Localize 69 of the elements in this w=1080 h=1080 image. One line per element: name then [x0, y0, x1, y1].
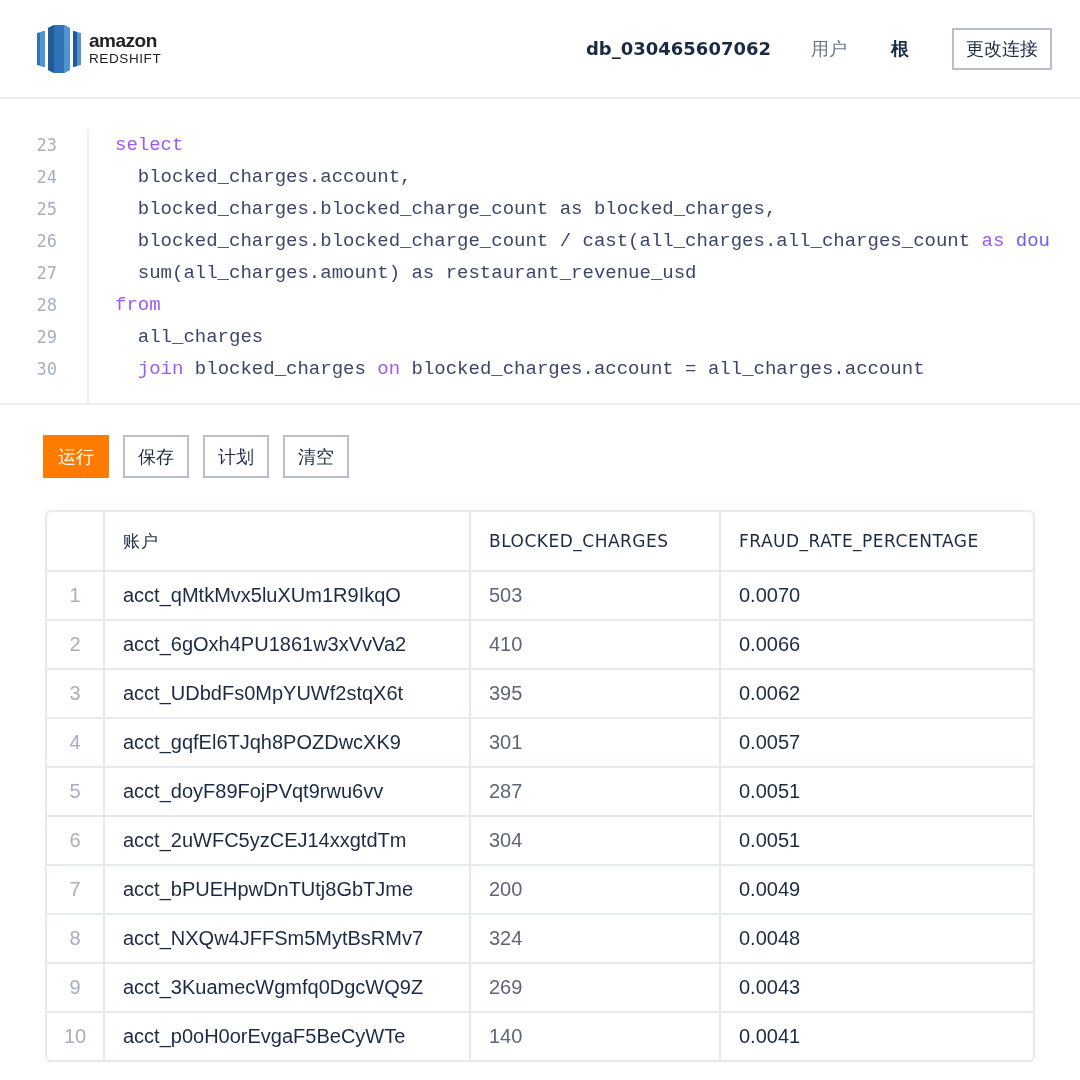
- table-cell: 0.0041: [720, 1012, 1033, 1060]
- table-cell: 0.0057: [720, 718, 1033, 767]
- table-cell: acct_qMtkMvx5luXUm1R9IkqO: [104, 571, 470, 620]
- table-cell: 140: [470, 1012, 720, 1060]
- line-number: 25: [35, 198, 57, 221]
- table-cell: acct_p0oH0orEvgaF5BeCyWTe: [104, 1012, 470, 1060]
- row-number: 9: [47, 963, 104, 1012]
- change-connection-button[interactable]: 更改连接: [952, 27, 1052, 70]
- line-number: 26: [35, 230, 57, 253]
- database-name: db_030465607062: [585, 38, 771, 59]
- table-cell: 0.0051: [720, 767, 1033, 816]
- action-button[interactable]: 清空: [283, 435, 349, 478]
- code-line: from: [115, 293, 162, 318]
- action-button[interactable]: 保存: [123, 435, 189, 478]
- line-number: 29: [35, 326, 57, 349]
- user-label: 用户: [811, 36, 847, 61]
- table-cell: acct_UDbdFs0MpYUWf2stqX6t: [104, 669, 470, 718]
- table-cell: 287: [470, 767, 720, 816]
- row-number: 6: [47, 816, 104, 865]
- row-number: 5: [47, 767, 104, 816]
- line-number: 28: [35, 294, 57, 317]
- table-cell: 0.0051: [720, 816, 1033, 865]
- table-cell: 269: [470, 963, 720, 1012]
- column-header: FRAUD_RATE_PERCENTAGE: [720, 512, 1033, 571]
- table-cell: acct_3KuamecWgmfq0DgcWQ9Z: [104, 963, 470, 1012]
- table-cell: acct_6gOxh4PU1861w3xVvVa2: [104, 620, 470, 669]
- line-number: 24: [35, 166, 57, 189]
- line-number: 27: [35, 262, 57, 285]
- code-line: blocked_charges.blocked_charge_count / cast(all_charges.all_charges_count as dou: [136, 229, 1051, 254]
- code-line: blocked_charges.blocked_charge_count as blocked_charges,: [136, 197, 778, 222]
- table-cell: acct_doyF89FojPVqt9rwu6vv: [104, 767, 470, 816]
- row-number: 2: [47, 620, 104, 669]
- line-number: 30: [35, 358, 57, 381]
- column-header: BLOCKED_CHARGES: [470, 512, 720, 571]
- line-number: 23: [35, 134, 57, 157]
- code-line: blocked_charges.account,: [136, 165, 413, 190]
- row-number: 7: [47, 865, 104, 914]
- table-cell: 304: [470, 816, 720, 865]
- table-cell: acct_gqfEl6TJqh8POZDwcXK9: [104, 718, 470, 767]
- code-line: all_charges: [136, 325, 265, 350]
- table-cell: acct_bPUEHpwDnTUtj8GbTJme: [104, 865, 470, 914]
- table-cell: acct_NXQw4JFFSm5MytBsRMv7: [104, 914, 470, 963]
- user-name: 根: [891, 36, 909, 61]
- table-cell: 301: [470, 718, 720, 767]
- logo-brand-text: amazon: [89, 31, 158, 51]
- table-cell: 395: [470, 669, 720, 718]
- action-button[interactable]: 计划: [203, 435, 269, 478]
- table-cell: 0.0049: [720, 865, 1033, 914]
- redshift-logo-icon: [37, 24, 81, 73]
- row-number: 4: [47, 718, 104, 767]
- row-number: 3: [47, 669, 104, 718]
- table-cell: 0.0066: [720, 620, 1033, 669]
- row-number: 1: [47, 571, 104, 620]
- logo-product-text: REDSHIFT: [89, 52, 162, 66]
- column-header: 账户: [104, 512, 470, 571]
- table-cell: 0.0048: [720, 914, 1033, 963]
- code-line: sum(all_charges.amount) as restaurant_revenue_usd: [136, 261, 698, 286]
- code-line: select: [115, 133, 185, 158]
- table-cell: 0.0062: [720, 669, 1033, 718]
- table-cell: 503: [470, 571, 720, 620]
- code-line: join blocked_charges on blocked_charges.account = all_charges.account: [136, 357, 926, 382]
- row-number: 10: [47, 1012, 104, 1060]
- table-cell: 200: [470, 865, 720, 914]
- table-cell: 410: [470, 620, 720, 669]
- table-cell: 0.0043: [720, 963, 1033, 1012]
- table-cell: 0.0070: [720, 571, 1033, 620]
- table-cell: 324: [470, 914, 720, 963]
- table-cell: acct_2uWFC5yzCEJ14xxgtdTm: [104, 816, 470, 865]
- row-number: 8: [47, 914, 104, 963]
